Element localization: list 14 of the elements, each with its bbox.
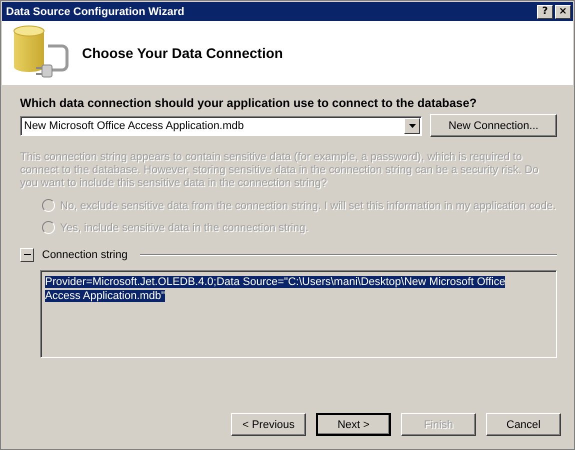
collapse-toggle[interactable] [20,248,34,262]
window-title: Data Source Configuration Wizard [6,6,186,18]
new-connection-button[interactable]: New Connection... [430,114,557,137]
connection-string-field[interactable]: Provider=Microsoft.Jet.OLEDB.4.0;Data Source="C:\Users\mani\Desktop\New Microsoft Office Access Application.mdb" [40,270,557,358]
wizard-button[interactable]: < Previous [231,413,306,436]
page-heading: Choose Your Data Connection [82,45,283,61]
group-label: Connection string [42,249,128,261]
help-button[interactable]: ? [537,4,553,18]
connection-question: Which data connection should your application use to connect to the database? [20,96,478,110]
wizard-button[interactable]: Cancel [486,413,561,436]
minus-icon [24,251,30,258]
wizard-button[interactable]: Next > [316,413,391,436]
close-button[interactable]: × [555,4,571,18]
connection-dropdown[interactable]: New Microsoft Office Access Application.mdb [20,116,422,136]
